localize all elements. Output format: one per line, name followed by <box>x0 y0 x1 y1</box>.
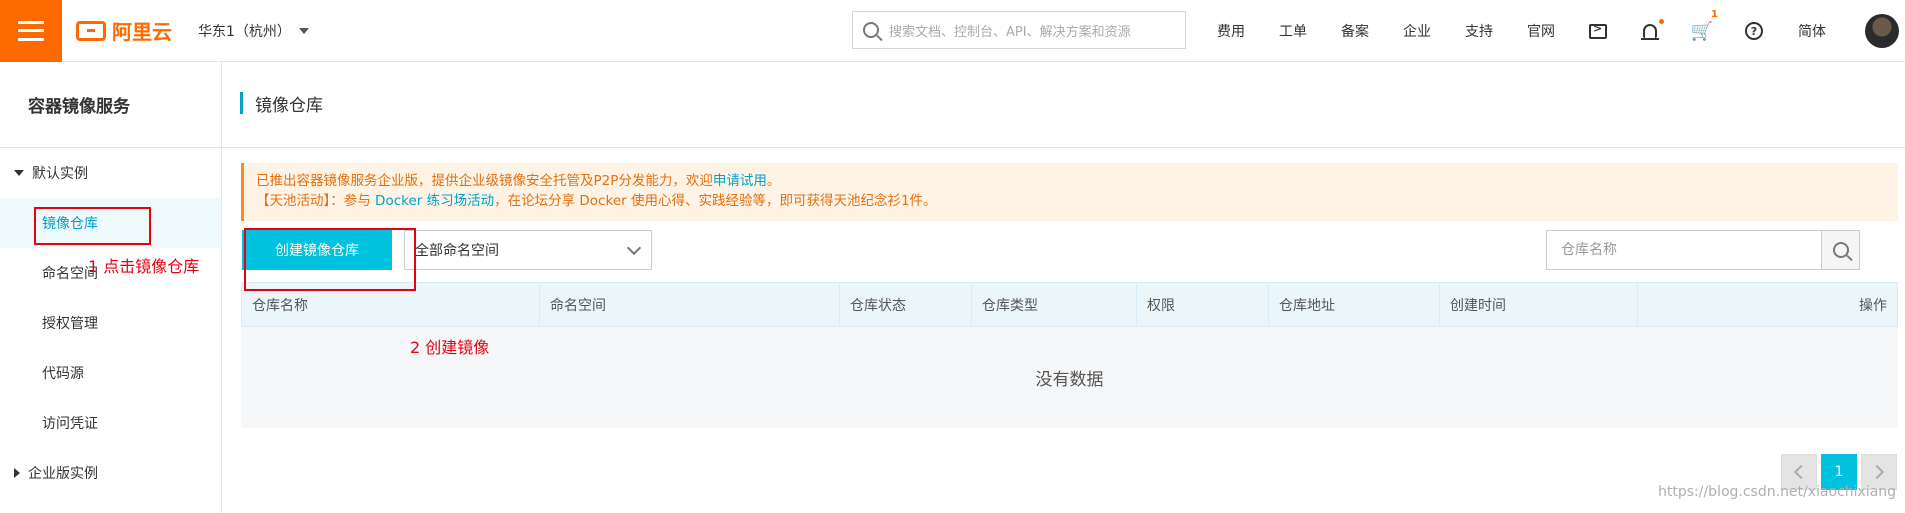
top-navbar: 阿里云 华东1（杭州） 搜索文档、控制台、API、解决方案和资源 费用 工单 备… <box>0 0 1905 62</box>
annotation-step1: 1 点击镜像仓库 <box>88 257 200 276</box>
cart-icon: 🛒 <box>1690 20 1714 42</box>
nav-link-support[interactable]: 支持 <box>1448 21 1510 41</box>
sidebar-item-credentials[interactable]: 访问凭证 <box>0 398 221 448</box>
repository-search <box>1546 230 1860 270</box>
menu-icon[interactable] <box>0 0 62 62</box>
column-header-status: 仓库状态 <box>840 283 972 326</box>
caret-down-icon <box>14 170 24 176</box>
apply-trial-link[interactable]: 申请试用 <box>713 173 767 189</box>
chevron-left-icon <box>1793 464 1809 480</box>
nav-link-website[interactable]: 官网 <box>1510 21 1572 41</box>
cart-count-badge: 1 <box>1711 9 1718 20</box>
notice-text-1-end: 。 <box>766 173 781 189</box>
cloud-shell-button[interactable] <box>1572 0 1624 62</box>
title-accent-bar <box>240 92 243 114</box>
region-label: 华东1（杭州） <box>198 23 291 40</box>
chevron-down-icon <box>626 240 642 255</box>
search-icon <box>863 22 879 38</box>
repository-table: 仓库名称 命名空间 仓库状态 仓库类型 权限 仓库地址 创建时间 操作 没有数据 <box>241 282 1898 428</box>
namespace-select-value: 全部命名空间 <box>415 243 499 259</box>
region-selector[interactable]: 华东1（杭州） <box>198 21 309 41</box>
sidebar-group-label: 默认实例 <box>32 166 88 182</box>
repository-search-input[interactable] <box>1547 231 1821 269</box>
cart-button[interactable]: 🛒 1 <box>1676 0 1728 62</box>
watermark: https://blog.csdn.net/xiaochixiang <box>1658 484 1897 500</box>
nav-link-tickets[interactable]: 工单 <box>1262 21 1324 41</box>
column-header-namespace: 命名空间 <box>540 283 840 326</box>
page-header: 镜像仓库 <box>240 92 323 116</box>
notice-text-1: 已推出容器镜像服务企业版，提供企业级镜像安全托管及P2P分发能力，欢迎 <box>256 173 713 189</box>
chevron-right-icon <box>1869 464 1885 480</box>
notice-line-1: 已推出容器镜像服务企业版，提供企业级镜像安全托管及P2P分发能力，欢迎申请试用。 <box>256 171 1886 191</box>
caret-right-icon <box>14 468 20 478</box>
sidebar: 容器镜像服务 默认实例 镜像仓库 命名空间 授权管理 代码源 访问凭证 企业版实… <box>0 62 222 513</box>
help-button[interactable]: ? <box>1728 0 1780 62</box>
logo-mark-icon <box>76 20 106 41</box>
header-divider <box>222 147 1905 148</box>
avatar[interactable] <box>1865 14 1899 48</box>
sidebar-item-code-source[interactable]: 代码源 <box>0 348 221 398</box>
column-header-permission: 权限 <box>1137 283 1269 326</box>
column-header-address: 仓库地址 <box>1269 283 1440 326</box>
page-title: 镜像仓库 <box>255 95 323 116</box>
logo-text: 阿里云 <box>112 20 172 44</box>
global-search-input[interactable]: 搜索文档、控制台、API、解决方案和资源 <box>852 11 1186 49</box>
sidebar-group-enterprise[interactable]: 企业版实例 <box>0 448 221 498</box>
namespace-select[interactable]: 全部命名空间 <box>404 230 652 270</box>
docker-playground-link[interactable]: Docker 练习场活动 <box>375 193 494 209</box>
annotation-step2: 2 创建镜像 <box>410 338 490 357</box>
aliyun-logo[interactable]: 阿里云 <box>76 16 172 45</box>
annotation-box-step1 <box>34 207 151 245</box>
caret-down-icon <box>298 27 309 34</box>
column-header-created: 创建时间 <box>1440 283 1638 326</box>
notice-text-2-suffix: ，在论坛分享 Docker 使用心得、实践经验等，即可获得天池纪念衫1件。 <box>494 193 937 209</box>
table-header: 仓库名称 命名空间 仓库状态 仓库类型 权限 仓库地址 创建时间 操作 <box>241 282 1898 327</box>
nav-link-billing[interactable]: 费用 <box>1200 21 1262 41</box>
bell-icon <box>1641 24 1659 40</box>
sidebar-item-authorization[interactable]: 授权管理 <box>0 298 221 348</box>
notification-dot <box>1659 19 1664 24</box>
global-search-placeholder: 搜索文档、控制台、API、解决方案和资源 <box>889 24 1131 40</box>
table-empty-state: 没有数据 <box>241 327 1898 428</box>
help-icon: ? <box>1745 22 1763 40</box>
promo-notice: 已推出容器镜像服务企业版，提供企业级镜像安全托管及P2P分发能力，欢迎申请试用。… <box>241 163 1898 221</box>
header-links: 费用 工单 备案 企业 支持 官网 🛒 1 ? 简体 <box>1200 0 1844 62</box>
sidebar-group-default[interactable]: 默认实例 <box>0 148 221 198</box>
annotation-box-step2 <box>244 228 416 291</box>
terminal-icon <box>1589 22 1607 39</box>
nav-link-icp[interactable]: 备案 <box>1324 21 1386 41</box>
repository-search-button[interactable] <box>1821 231 1859 269</box>
column-header-actions: 操作 <box>1859 297 1887 314</box>
language-switch[interactable]: 简体 <box>1780 21 1844 41</box>
sidebar-title: 容器镜像服务 <box>0 62 221 148</box>
sidebar-group-label: 企业版实例 <box>28 466 98 482</box>
search-icon <box>1832 242 1849 258</box>
nav-link-enterprise[interactable]: 企业 <box>1386 21 1448 41</box>
notice-text-2-prefix: 【天池活动】：参与 <box>256 193 376 209</box>
column-header-type: 仓库类型 <box>972 283 1137 326</box>
notice-line-2: 【天池活动】：参与 Docker 练习场活动，在论坛分享 Docker 使用心得… <box>256 191 1886 211</box>
notifications-button[interactable] <box>1624 0 1676 62</box>
